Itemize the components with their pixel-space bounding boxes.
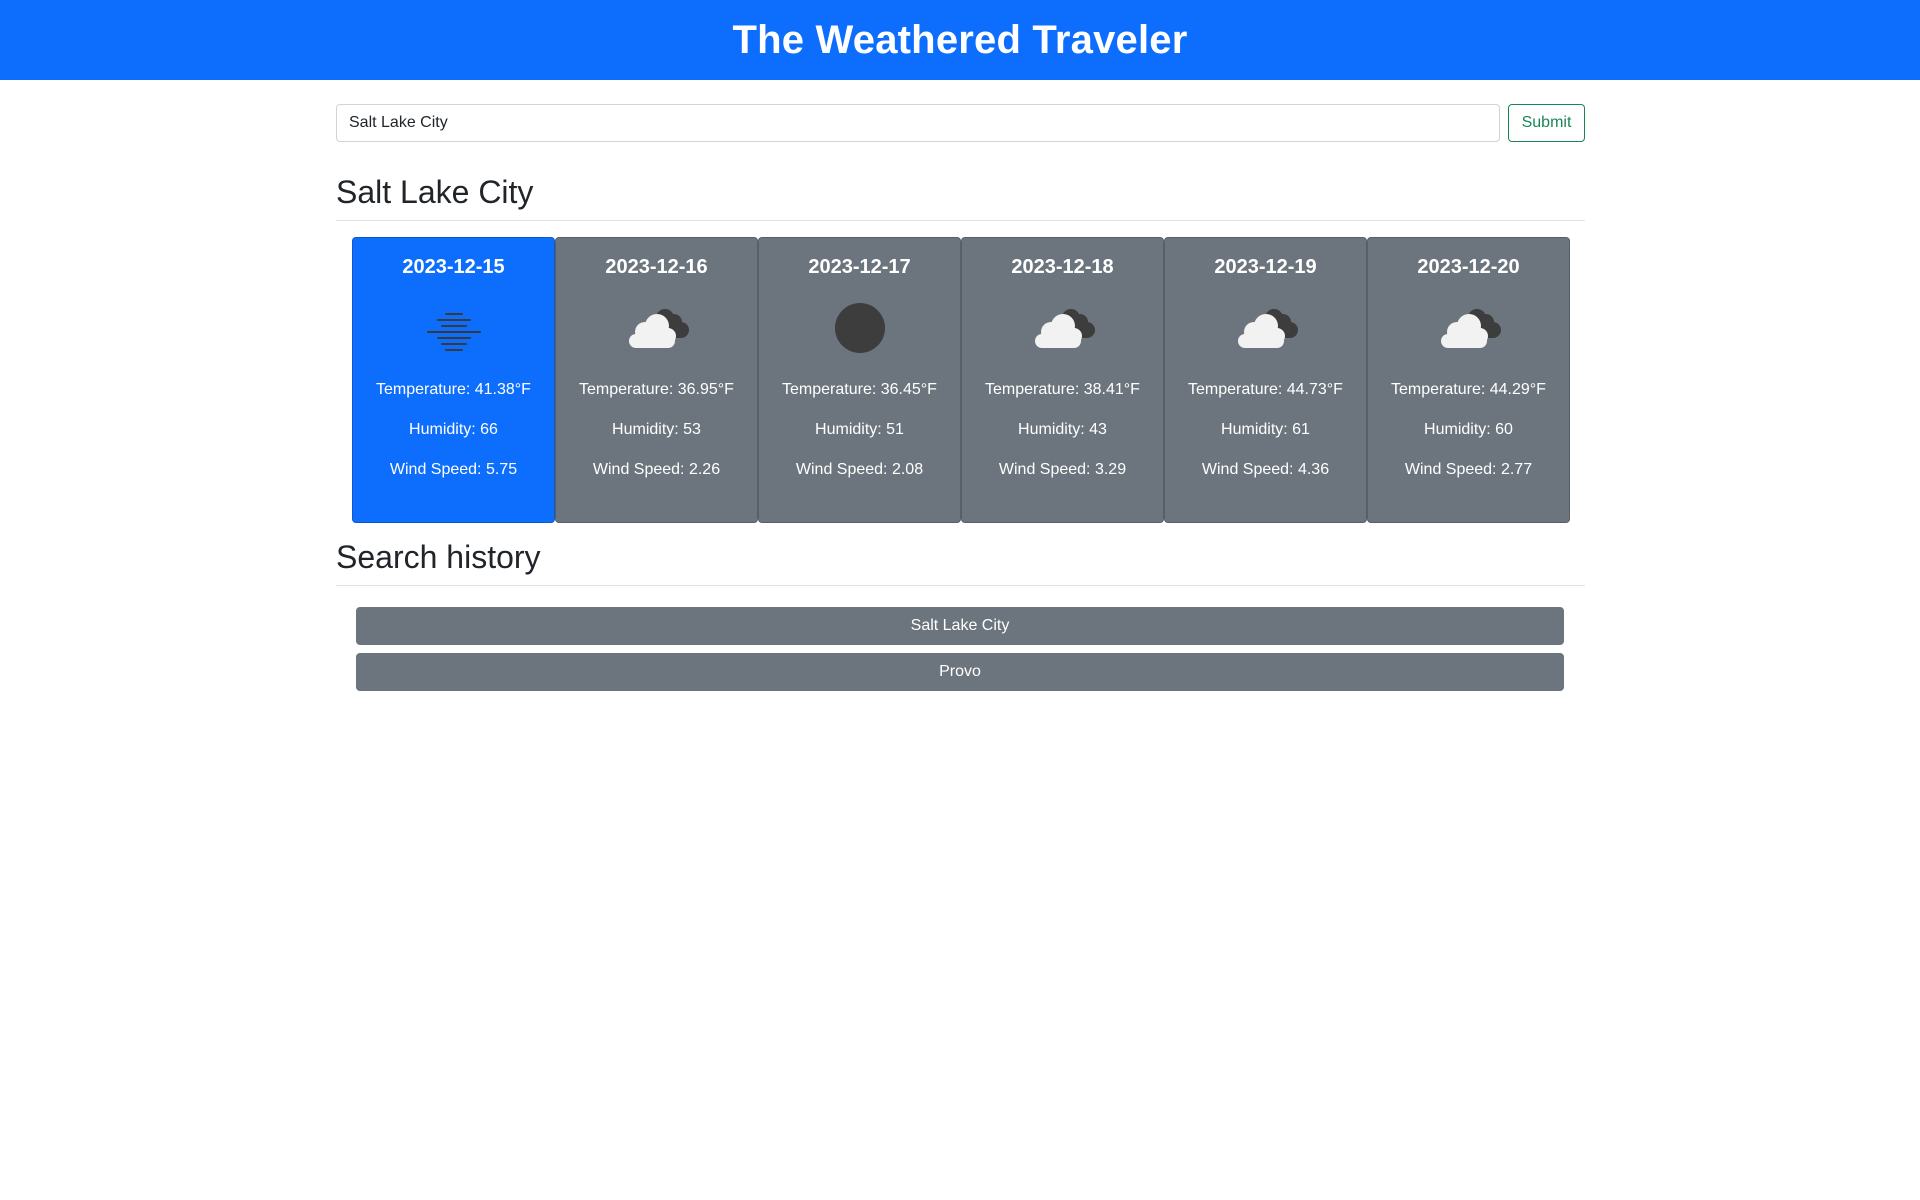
forecast-city-title: Salt Lake City: [336, 174, 534, 210]
card-wind-speed: Wind Speed: 2.08: [795, 461, 924, 478]
clear-sky-icon: [820, 298, 900, 358]
forecast-card: 2023-12-15 Temperature: 41.38°F Humidity…: [352, 237, 555, 523]
card-temperature: Temperature: 36.45°F: [782, 381, 937, 398]
card-date: 2023-12-16: [605, 256, 708, 278]
card-wind-speed: Wind Speed: 5.75: [389, 461, 518, 478]
forecast-card: 2023-12-16 Temperature: 36.95°F Humidity…: [555, 237, 758, 523]
mist-icon: [414, 298, 494, 358]
card-humidity: Humidity: 53: [612, 421, 701, 438]
submit-button[interactable]: Submit: [1508, 104, 1585, 142]
forecast-card: 2023-12-20 Temperature: 44.29°F Humidity…: [1367, 237, 1570, 523]
history-item-provo[interactable]: Provo: [356, 653, 1564, 691]
broken-clouds-icon: [617, 298, 697, 358]
forecast-card: 2023-12-17 Temperature: 36.45°F Humidity…: [758, 237, 961, 523]
card-humidity: Humidity: 60: [1424, 421, 1513, 438]
card-temperature: Temperature: 44.29°F: [1391, 381, 1546, 398]
card-wind-speed: Wind Speed: 4.36: [1201, 461, 1330, 478]
card-wind-speed: Wind Speed: 2.77: [1404, 461, 1533, 478]
app-title: The Weathered Traveler: [732, 17, 1188, 62]
broken-clouds-icon: [1023, 298, 1103, 358]
card-humidity: Humidity: 61: [1221, 421, 1310, 438]
history-item-salt-lake-city[interactable]: Salt Lake City: [356, 607, 1564, 645]
city-search-input[interactable]: [336, 104, 1500, 142]
card-temperature: Temperature: 36.95°F: [579, 381, 734, 398]
app-header: The Weathered Traveler: [0, 0, 1920, 80]
card-temperature: Temperature: 41.38°F: [376, 381, 531, 398]
card-wind-speed: Wind Speed: 2.26: [592, 461, 721, 478]
card-date: 2023-12-20: [1417, 256, 1520, 278]
card-date: 2023-12-15: [402, 256, 505, 278]
card-date: 2023-12-17: [808, 256, 911, 278]
card-date: 2023-12-19: [1214, 256, 1317, 278]
card-temperature: Temperature: 44.73°F: [1188, 381, 1343, 398]
card-date: 2023-12-18: [1011, 256, 1114, 278]
card-humidity: Humidity: 51: [815, 421, 904, 438]
forecast-divider: [336, 220, 1585, 221]
card-wind-speed: Wind Speed: 3.29: [998, 461, 1127, 478]
forecast-card: 2023-12-18 Temperature: 38.41°F Humidity…: [961, 237, 1164, 523]
forecast-cards: 2023-12-15 Temperature: 41.38°F Humidity…: [352, 237, 1570, 523]
card-humidity: Humidity: 43: [1018, 421, 1107, 438]
history-divider: [336, 585, 1585, 586]
search-history-title: Search history: [336, 539, 541, 575]
card-humidity: Humidity: 66: [409, 421, 498, 438]
broken-clouds-icon: [1226, 298, 1306, 358]
card-temperature: Temperature: 38.41°F: [985, 381, 1140, 398]
search-form: Submit: [336, 104, 1585, 142]
broken-clouds-icon: [1429, 298, 1509, 358]
forecast-card: 2023-12-19 Temperature: 44.73°F Humidity…: [1164, 237, 1367, 523]
